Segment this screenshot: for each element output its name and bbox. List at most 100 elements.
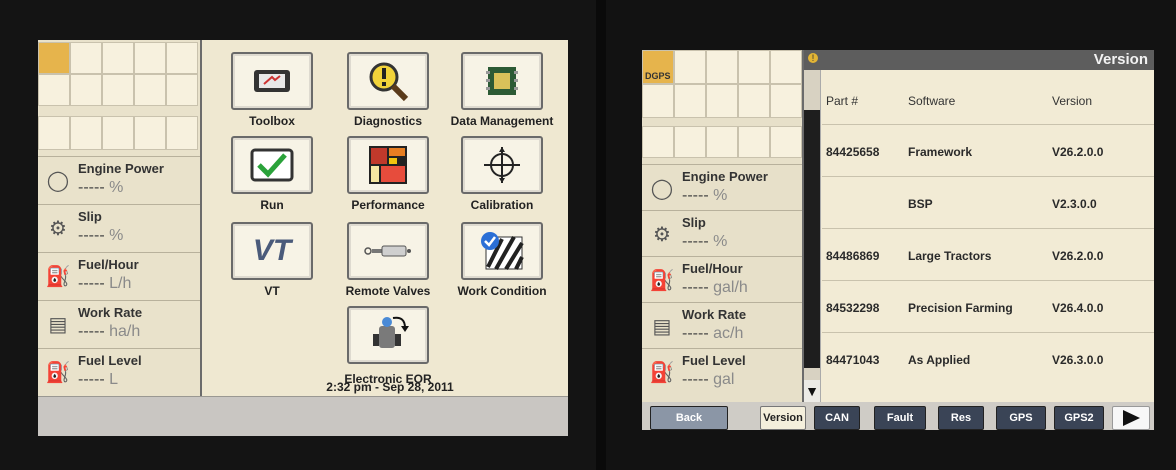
app-data-management[interactable]: Data Management <box>448 52 556 128</box>
grid-cell[interactable] <box>134 74 166 106</box>
gauge-unit: % <box>109 179 124 196</box>
cell-version: V26.2.0.0 <box>1052 249 1104 263</box>
gps-button[interactable]: GPS <box>996 406 1046 430</box>
grid-cell[interactable] <box>674 126 706 158</box>
toolbox-tile[interactable] <box>231 52 313 110</box>
grid-cell[interactable] <box>102 42 134 74</box>
grid-cell[interactable] <box>770 84 802 118</box>
grid-cell[interactable] <box>70 116 102 150</box>
grid-cell[interactable] <box>738 126 770 158</box>
performance-tile[interactable] <box>347 136 429 194</box>
grid-cell[interactable] <box>38 74 70 106</box>
grid-cell[interactable] <box>738 50 770 84</box>
back-button[interactable]: Back <box>650 406 728 430</box>
grid-cell[interactable] <box>770 126 802 158</box>
gauge-fuel-hour[interactable]: ⛽ Fuel/Hour ----- gal/h <box>642 256 802 303</box>
gauge-label: Fuel/Hour <box>682 261 743 276</box>
work-condition-tile[interactable] <box>461 222 543 280</box>
layout-grid-top[interactable] <box>38 42 198 106</box>
grid-cell[interactable] <box>166 116 198 150</box>
grid-cell[interactable] <box>38 42 70 74</box>
table-scrollbar[interactable]: ▼ <box>804 70 821 402</box>
app-diagnostics[interactable]: Diagnostics <box>334 52 442 128</box>
diagnostics-tile[interactable] <box>347 52 429 110</box>
grid-cell[interactable] <box>706 84 738 118</box>
app-label: Toolbox <box>249 114 295 128</box>
app-label: VT <box>264 284 280 298</box>
res-button[interactable]: Res <box>938 406 984 430</box>
table-row[interactable]: 84486869 Large Tractors V26.2.0.0 <box>822 228 1154 281</box>
grid-cell[interactable] <box>102 74 134 106</box>
app-run[interactable]: Run <box>218 136 326 212</box>
work-rate-icon: ▤ <box>48 314 68 336</box>
grid-cell[interactable] <box>642 126 674 158</box>
cell-version: V26.2.0.0 <box>1052 145 1104 159</box>
layout-grid-mid[interactable] <box>642 126 802 158</box>
table-row[interactable]: BSP V2.3.0.0 <box>822 176 1154 229</box>
grid-cell[interactable] <box>166 74 198 106</box>
cell-software: As Applied <box>908 353 971 367</box>
left-status-panel: DGPS ◯ Engine Power ----- % ⚙ Slip -----… <box>642 50 804 402</box>
table-row[interactable]: 84471043 As Applied V26.3.0.0 <box>822 332 1154 385</box>
crosshair-icon <box>484 147 520 183</box>
gauge-value: ----- <box>682 325 709 342</box>
app-vt[interactable]: VT VT <box>218 222 326 298</box>
app-calibration[interactable]: Calibration <box>448 136 556 212</box>
grid-cell[interactable] <box>38 116 70 150</box>
grid-cell[interactable] <box>738 84 770 118</box>
grid-cell[interactable] <box>674 50 706 84</box>
gauge-label: Fuel Level <box>682 353 746 368</box>
app-remote-valves[interactable]: Remote Valves <box>334 222 442 298</box>
grid-cell[interactable] <box>134 42 166 74</box>
layout-grid-mid[interactable] <box>38 116 198 150</box>
grid-cell[interactable] <box>770 50 802 84</box>
right-photo: DGPS ◯ Engine Power ----- % ⚙ Slip -----… <box>606 0 1176 470</box>
table-row[interactable]: 84532298 Precision Farming V26.4.0.0 <box>822 280 1154 333</box>
gauge-label: Slip <box>78 209 102 224</box>
grid-cell[interactable] <box>674 84 706 118</box>
grid-cell[interactable] <box>70 74 102 106</box>
scroll-thumb[interactable] <box>804 110 820 368</box>
table-row[interactable]: 84425658 Framework V26.2.0.0 <box>822 124 1154 177</box>
next-page-button[interactable] <box>1112 406 1150 430</box>
gauge-work-rate[interactable]: ▤ Work Rate ----- ac/h <box>642 302 802 349</box>
vt-tile[interactable]: VT <box>231 222 313 280</box>
gauge-engine-power[interactable]: ◯ Engine Power ----- % <box>642 164 802 211</box>
grid-cell[interactable] <box>642 84 674 118</box>
gauge-value: ----- <box>682 233 709 250</box>
grid-cell[interactable] <box>134 116 166 150</box>
gauge-value: ----- <box>682 187 709 204</box>
grid-cell-dgps[interactable]: DGPS <box>642 50 674 84</box>
app-toolbox[interactable]: Toolbox <box>218 52 326 128</box>
gauge-fuel-hour[interactable]: ⛽ Fuel/Hour ----- L/h <box>38 252 200 299</box>
cell-part: 84486869 <box>826 249 880 263</box>
fault-button[interactable]: Fault <box>874 406 926 430</box>
electronic-eor-tile[interactable] <box>347 306 429 364</box>
app-electronic-eor[interactable]: Electronic EOR <box>334 306 442 386</box>
alert-icon[interactable]: ! <box>808 53 818 63</box>
scroll-down-arrow-icon[interactable]: ▼ <box>804 380 820 402</box>
grid-cell[interactable] <box>706 126 738 158</box>
gauge-slip[interactable]: ⚙ Slip ----- % <box>642 210 802 257</box>
gauge-fuel-level[interactable]: ⛽ Fuel Level ----- gal <box>642 348 802 395</box>
grid-cell[interactable] <box>102 116 134 150</box>
clock-timestamp: 2:32 pm - Sep 28, 2011 <box>326 380 454 394</box>
grid-cell[interactable] <box>70 42 102 74</box>
gps2-button[interactable]: GPS2 <box>1054 406 1104 430</box>
app-performance[interactable]: Performance <box>334 136 442 212</box>
tab-version[interactable]: Version <box>760 406 806 430</box>
gauge-engine-power[interactable]: ◯ Engine Power ----- % <box>38 156 200 203</box>
grid-cell[interactable] <box>166 42 198 74</box>
data-management-tile[interactable] <box>461 52 543 110</box>
run-tile[interactable] <box>231 136 313 194</box>
gauge-fuel-level[interactable]: ⛽ Fuel Level ----- L <box>38 348 200 395</box>
app-work-condition[interactable]: Work Condition <box>448 222 556 298</box>
gauge-slip[interactable]: ⚙ Slip ----- % <box>38 204 200 251</box>
calibration-tile[interactable] <box>461 136 543 194</box>
remote-valves-tile[interactable] <box>347 222 429 280</box>
layout-grid-top[interactable]: DGPS <box>642 50 802 118</box>
app-label: Diagnostics <box>353 114 422 128</box>
grid-cell[interactable] <box>706 50 738 84</box>
gauge-work-rate[interactable]: ▤ Work Rate ----- ha/h <box>38 300 200 347</box>
can-button[interactable]: CAN <box>814 406 860 430</box>
